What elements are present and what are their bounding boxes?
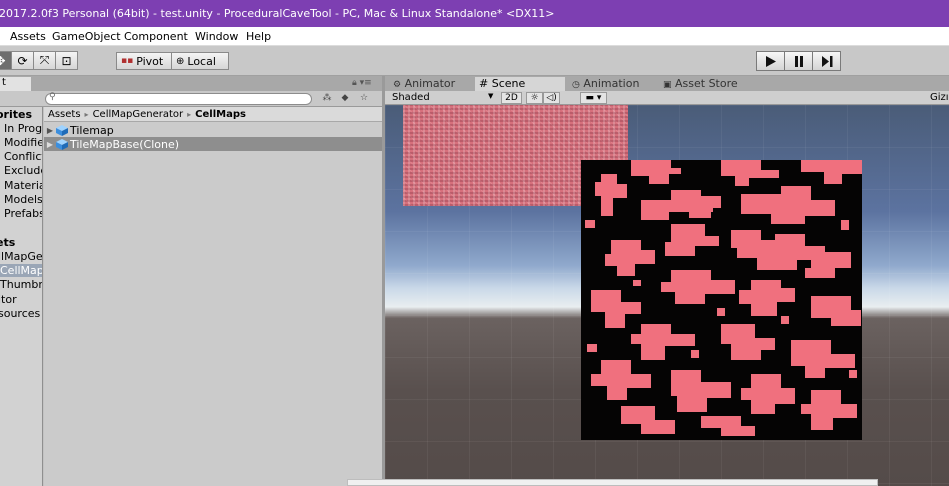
speaker-icon: ◁) [546, 93, 557, 103]
expand-arrow-icon[interactable]: ▶ [44, 140, 56, 149]
tab-scene-label: Scene [491, 77, 526, 90]
breadcrumb-arrow-icon: ▸ [84, 110, 89, 119]
window-title: 2017.2.0f3 Personal (64bit) - test.unity… [0, 7, 555, 20]
play-controls [756, 51, 841, 71]
favorite-item[interactable]: Conflict [4, 150, 42, 163]
search-by-label-icon[interactable]: ◆ [338, 93, 352, 105]
project-search-input[interactable]: ⚲ [45, 92, 312, 105]
local-toggle-button[interactable]: ⊕ Local [171, 52, 229, 70]
menu-window[interactable]: Window [195, 30, 238, 43]
transform-tools: ✥ ⟳ ⤧ ⊡ [0, 51, 78, 70]
animator-icon: ⚙︎ [393, 80, 402, 90]
menu-help[interactable]: Help [246, 30, 271, 43]
tab-animation-label: Animation [583, 77, 640, 90]
favorite-item[interactable]: Prefabs [4, 207, 42, 220]
scene-effects-dropdown[interactable]: ▬ ▾ [580, 92, 607, 104]
scene-tab-bar: ⚙︎ Animator # Scene ◷ Animation ▣ Asset … [385, 76, 949, 91]
favorite-item[interactable]: Exclude [4, 164, 42, 177]
store-icon: ▣ [663, 80, 672, 90]
image-effects-icon: ▬ ▾ [585, 93, 602, 103]
favorites-header[interactable]: orites [0, 108, 32, 121]
expand-arrow-icon[interactable]: ▶ [44, 126, 56, 135]
tab-animation[interactable]: ◷ Animation [568, 77, 643, 91]
scene-grid-icon: # [479, 77, 489, 90]
menu-bar: Assets GameObject Component Window Help [0, 27, 949, 46]
favorite-item[interactable]: Modifiec [4, 136, 42, 149]
breadcrumb-item[interactable]: Assets [48, 109, 81, 120]
rotate-icon: ⟳ [17, 53, 28, 68]
favorite-item[interactable]: In Prog [4, 122, 42, 135]
play-icon [765, 55, 776, 67]
step-icon [821, 55, 832, 67]
breadcrumb-item[interactable]: CellMapGenerator [93, 109, 184, 120]
asset-folder-item[interactable]: sources [0, 307, 40, 320]
breadcrumb-item-current[interactable]: CellMaps [195, 109, 246, 120]
gizmos-dropdown[interactable]: Gizı [930, 92, 949, 103]
shading-mode-dropdown[interactable]: Shaded ▼ [392, 92, 497, 104]
tab-asset-store-label: Asset Store [675, 77, 738, 90]
tab-scene[interactable]: # Scene [475, 77, 565, 91]
tab-animator[interactable]: ⚙︎ Animator [389, 77, 459, 91]
scene-lighting-toggle[interactable]: ☼ [526, 92, 543, 104]
pivot-label: Pivot [136, 54, 164, 68]
tab-animator-label: Animator [404, 77, 456, 90]
pause-icon [794, 55, 803, 67]
shading-mode-value: Shaded [392, 92, 430, 103]
asset-folder-item[interactable]: Thumbn [0, 278, 42, 291]
unity-editor-window: 2017.2.0f3 Personal (64bit) - test.unity… [0, 0, 949, 486]
cave-tilemap-render [585, 160, 862, 436]
list-item-label: TileMapBase(Clone) [70, 137, 180, 151]
main-toolbar: ✥ ⟳ ⤧ ⊡ ▪▪ Pivot ⊕ Local [0, 46, 949, 76]
play-button[interactable] [756, 51, 785, 71]
rotate-tool-button[interactable]: ⟳ [11, 51, 34, 70]
favorite-item[interactable]: Models [4, 193, 42, 206]
title-bar: 2017.2.0f3 Personal (64bit) - test.unity… [0, 0, 949, 27]
scene-audio-toggle[interactable]: ◁) [543, 92, 560, 104]
breadcrumb-arrow-icon: ▸ [187, 110, 192, 119]
project-search-bar: ⚲ ⁂ ◆ ☆ [0, 91, 382, 107]
breadcrumb: Assets ▸ CellMapGenerator ▸ CellMaps [44, 107, 382, 122]
favorite-star-icon[interactable]: ☆ [357, 93, 371, 105]
list-item-label: Tilemap [70, 123, 114, 137]
project-content-pane: Assets ▸ CellMapGenerator ▸ CellMaps ▶ Tilem… [44, 107, 382, 486]
assets-header[interactable]: ets [0, 236, 15, 249]
chevron-down-icon: ▼ [488, 92, 494, 100]
scene-viewport[interactable] [385, 105, 949, 486]
move-icon: ✥ [0, 53, 6, 68]
scene-toolbar: Shaded ▼ 2D ☼ ◁) ▬ ▾ Gizı [385, 91, 949, 105]
rect-tool-button[interactable]: ⊡ [55, 51, 78, 70]
prefab-cube-icon [56, 124, 68, 136]
animation-clock-icon: ◷ [572, 80, 580, 90]
asset-folder-item[interactable]: itor [0, 293, 17, 306]
tab-project[interactable]: t [0, 77, 31, 91]
list-item-selected[interactable]: ▶ TileMapBase(Clone) [44, 137, 382, 151]
menu-gameobject[interactable]: GameObject [52, 30, 121, 43]
menu-component[interactable]: Component [124, 30, 188, 43]
step-button[interactable] [812, 51, 841, 71]
asset-folder-item[interactable]: llMapGe [0, 250, 42, 263]
scale-icon: ⤧ [39, 53, 50, 67]
cave-tilemap[interactable] [581, 160, 862, 440]
project-tab-bar: t 🔒︎ ▾≡ [0, 76, 382, 91]
search-by-type-icon[interactable]: ⁂ [320, 93, 334, 105]
search-icon: ⚲ [49, 92, 56, 102]
mode-2d-toggle[interactable]: 2D [501, 92, 522, 104]
asset-folder-item-selected[interactable]: CellMap [0, 264, 42, 277]
tab-asset-store[interactable]: ▣ Asset Store [659, 77, 742, 91]
menu-assets[interactable]: Assets [10, 30, 46, 43]
local-label: Local [187, 54, 216, 68]
favorites-tree: orites In Prog Modifiec Conflict Exclude… [0, 107, 43, 486]
sun-icon: ☼ [530, 93, 539, 103]
local-globe-icon: ⊕ [176, 55, 185, 67]
pivot-icon: ▪▪ [121, 56, 134, 66]
favorite-item[interactable]: Materia [4, 179, 42, 192]
rect-tool-icon: ⊡ [61, 53, 72, 68]
pause-button[interactable] [784, 51, 813, 71]
prefab-cube-icon [56, 138, 68, 150]
progress-bar [347, 479, 878, 486]
list-item[interactable]: ▶ Tilemap [44, 123, 382, 137]
pivot-toggle-button[interactable]: ▪▪ Pivot [116, 52, 172, 70]
scale-tool-button[interactable]: ⤧ [33, 51, 56, 70]
lock-icon[interactable]: 🔒︎ ▾≡ [352, 78, 372, 88]
